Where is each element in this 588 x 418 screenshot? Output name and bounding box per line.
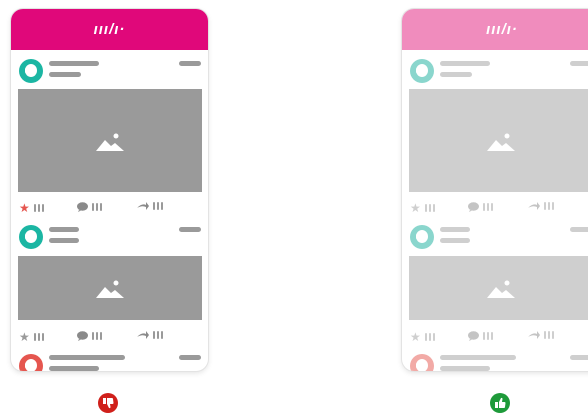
image-icon (487, 280, 515, 298)
post-actions: ★ (19, 202, 199, 214)
share-icon (528, 202, 540, 210)
avatar[interactable] (410, 225, 434, 249)
like-button[interactable]: ★ (19, 202, 44, 214)
comment-button[interactable] (77, 202, 102, 212)
timestamp-placeholder (570, 355, 588, 360)
username-placeholder (440, 355, 516, 360)
share-icon (137, 331, 149, 339)
subtitle-placeholder (49, 238, 79, 243)
app-header: ııı/ı· (402, 9, 588, 50)
share-button[interactable] (137, 202, 163, 210)
post-image[interactable] (18, 256, 202, 320)
share-button[interactable] (528, 202, 554, 210)
avatar[interactable] (19, 59, 43, 83)
avatar[interactable] (410, 354, 434, 371)
thumbs-down-icon (98, 393, 118, 413)
comment-button[interactable] (468, 331, 493, 341)
post-image[interactable] (409, 256, 588, 320)
star-icon: ★ (19, 330, 30, 344)
star-icon: ★ (410, 201, 421, 215)
app-logo: ııı/ı· (486, 21, 518, 38)
phone-mockup-left: ııı/ı· ★ ★ (11, 9, 208, 371)
star-icon: ★ (19, 201, 30, 215)
comment-icon (468, 331, 479, 341)
timestamp-placeholder (570, 227, 588, 232)
timestamp-placeholder (179, 355, 201, 360)
username-placeholder (440, 227, 470, 232)
like-button[interactable]: ★ (410, 331, 435, 343)
avatar[interactable] (410, 59, 434, 83)
app-logo: ııı/ı· (93, 21, 126, 38)
thumbs-up-icon (490, 393, 510, 413)
subtitle-placeholder (49, 366, 99, 371)
comment-button[interactable] (468, 202, 493, 212)
username-placeholder (49, 61, 99, 66)
image-icon (96, 133, 124, 151)
subtitle-placeholder (440, 238, 470, 243)
subtitle-placeholder (440, 366, 490, 371)
avatar[interactable] (19, 354, 43, 371)
like-button[interactable]: ★ (19, 331, 44, 343)
subtitle-placeholder (440, 72, 472, 77)
timestamp-placeholder (179, 61, 201, 66)
post-image[interactable] (409, 89, 588, 192)
star-icon: ★ (410, 330, 421, 344)
timestamp-placeholder (179, 227, 201, 232)
comment-icon (468, 202, 479, 212)
image-icon (96, 280, 124, 298)
comment-icon (77, 331, 88, 341)
username-placeholder (440, 61, 490, 66)
post-image[interactable] (18, 89, 202, 192)
share-button[interactable] (137, 331, 163, 339)
post-actions: ★ (410, 202, 588, 214)
phone-mockup-right: ııı/ı· ★ ★ (402, 9, 588, 371)
username-placeholder (49, 355, 125, 360)
post-actions: ★ (19, 331, 199, 343)
app-header: ııı/ı· (11, 9, 208, 50)
share-button[interactable] (528, 331, 554, 339)
comment-icon (77, 202, 88, 212)
share-icon (528, 331, 540, 339)
avatar[interactable] (19, 225, 43, 249)
timestamp-placeholder (570, 61, 588, 66)
username-placeholder (49, 227, 79, 232)
share-icon (137, 202, 149, 210)
like-button[interactable]: ★ (410, 202, 435, 214)
subtitle-placeholder (49, 72, 81, 77)
comment-button[interactable] (77, 331, 102, 341)
image-icon (487, 133, 515, 151)
post-actions: ★ (410, 331, 588, 343)
